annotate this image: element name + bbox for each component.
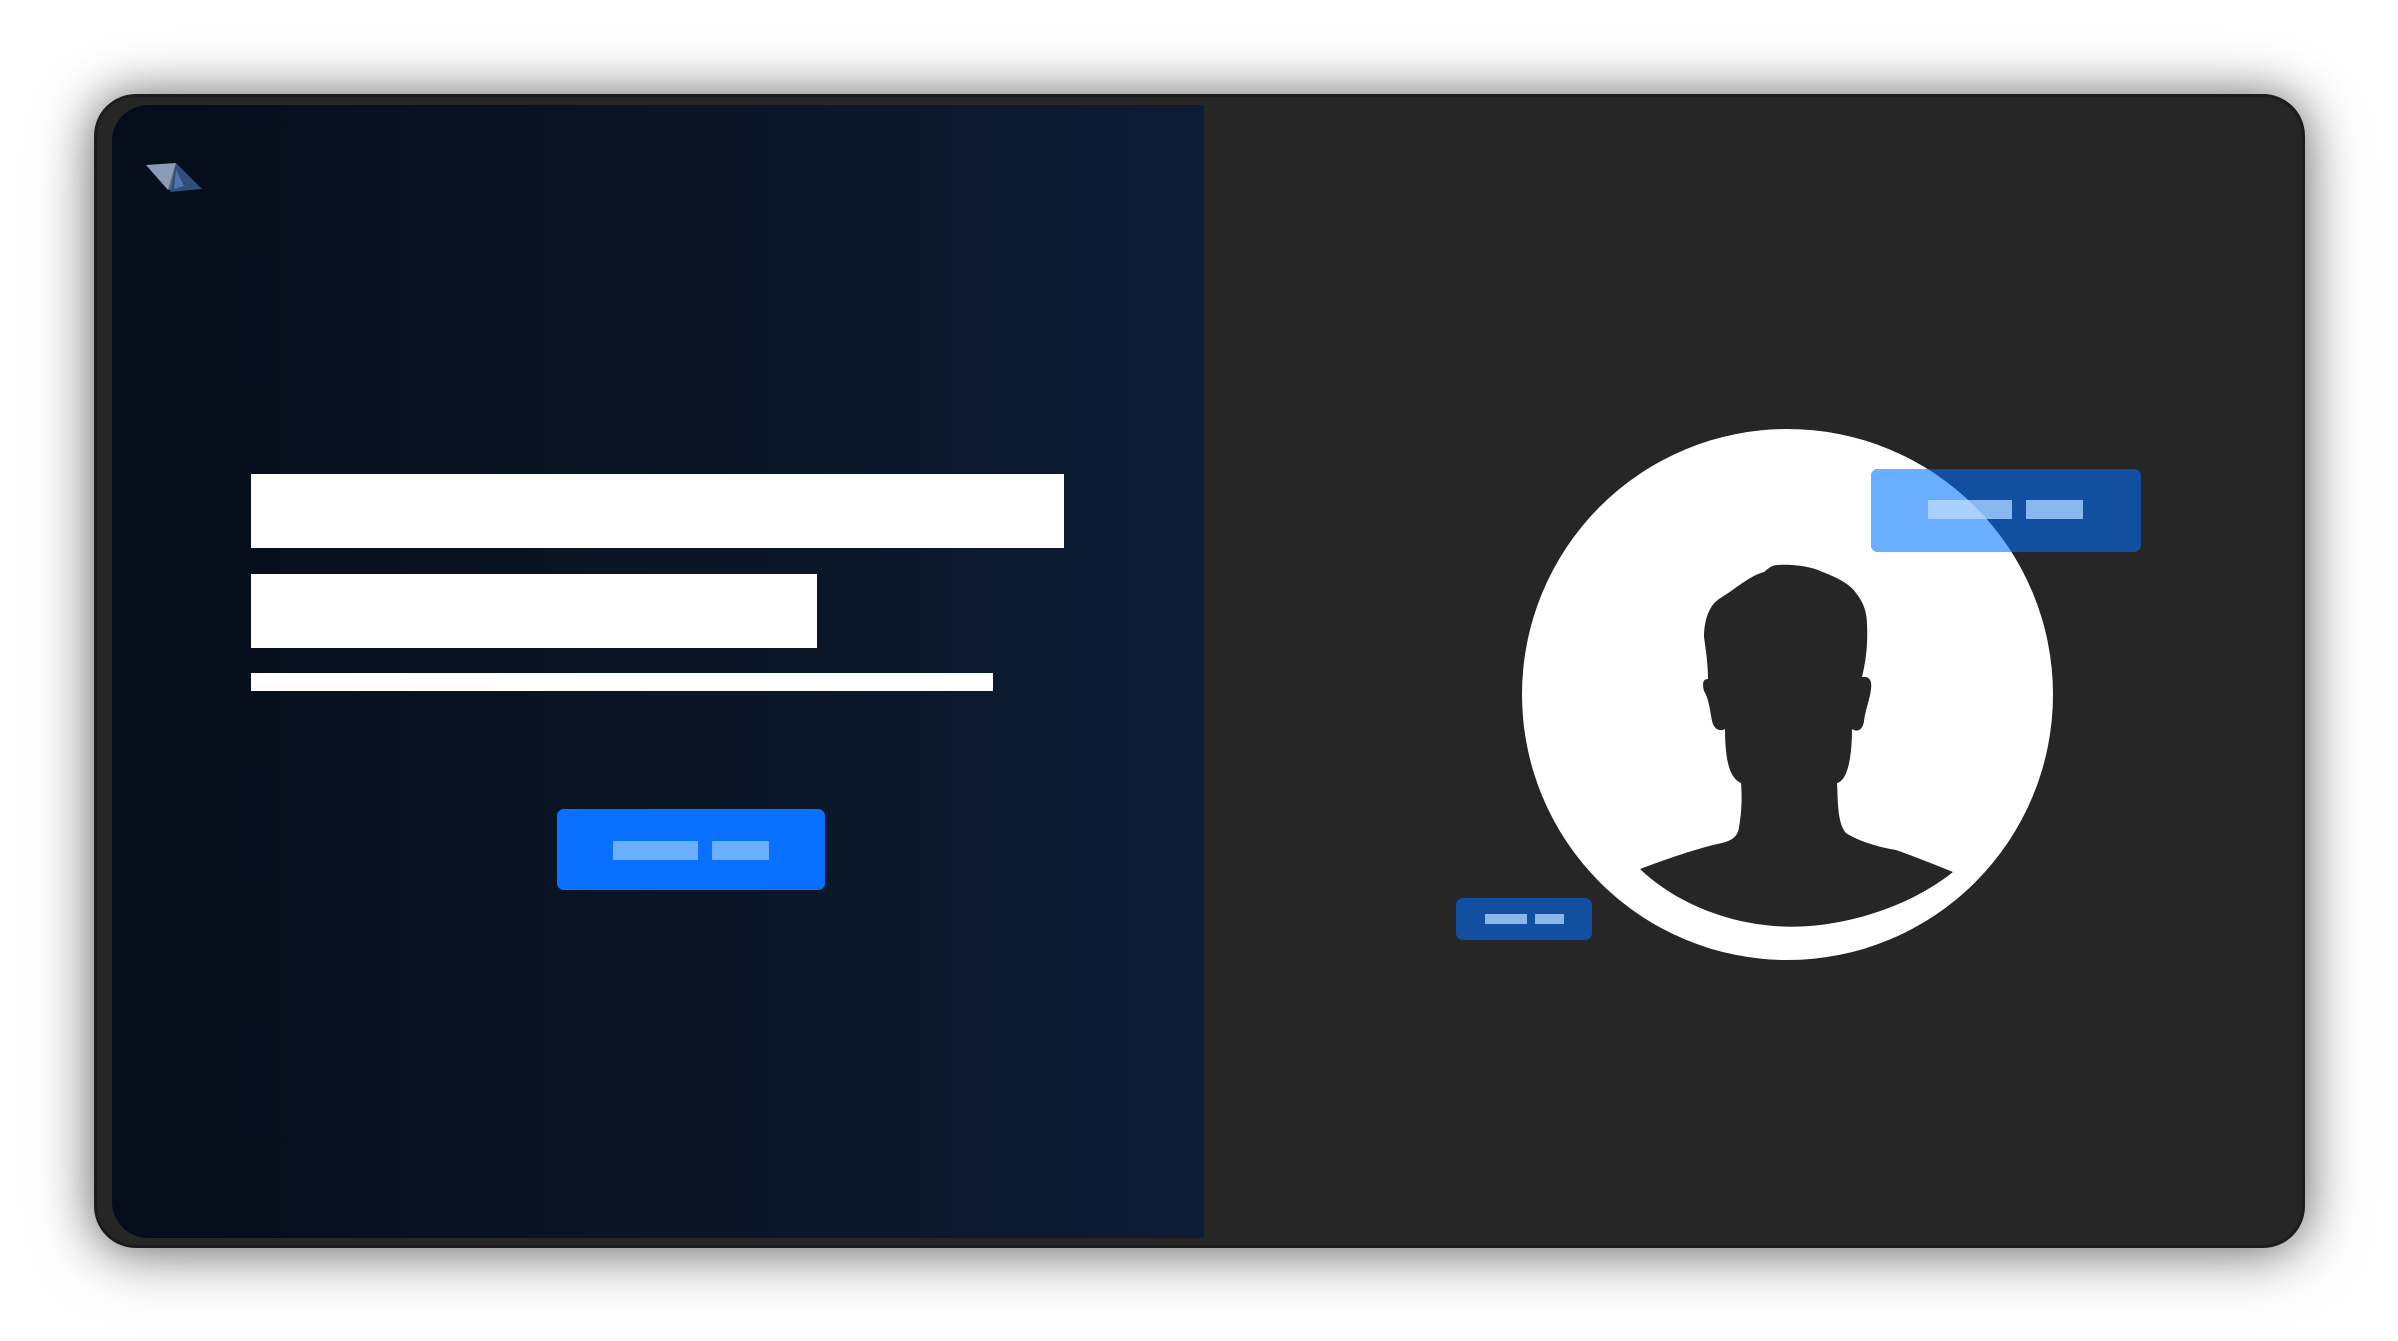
button-label-placeholder [712, 841, 769, 860]
bottom-badge-button[interactable] [1456, 898, 1592, 940]
subtitle-line [251, 673, 993, 691]
badge-label-placeholder [1535, 914, 1564, 924]
button-label-placeholder [613, 841, 698, 860]
headline-line-2 [251, 574, 817, 648]
headline-line-1 [251, 474, 1064, 548]
left-panel [112, 105, 1204, 1238]
badge-overlap-highlight [1871, 469, 2053, 552]
paper-plane-logo-icon [146, 162, 202, 194]
primary-cta-button[interactable] [557, 809, 825, 890]
badge-label-placeholder [1485, 914, 1527, 924]
